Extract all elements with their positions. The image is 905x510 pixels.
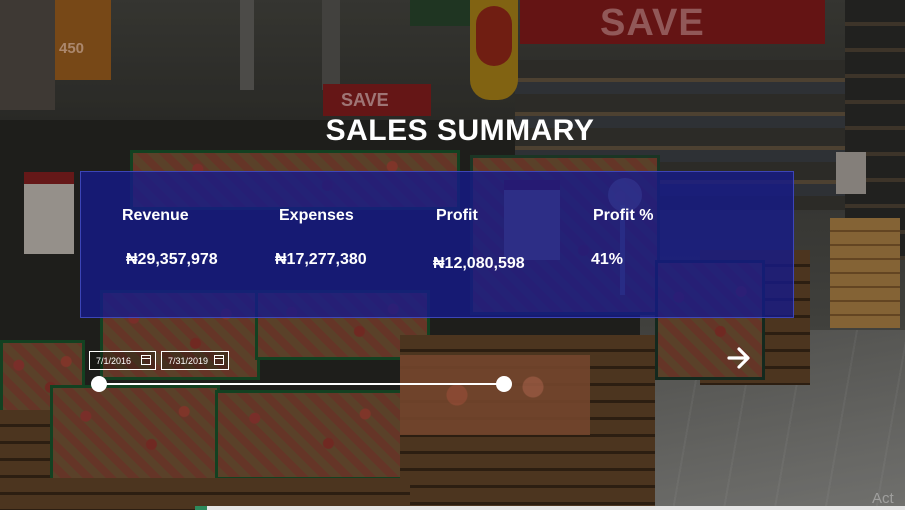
arrow-right-icon[interactable] — [726, 345, 752, 371]
page-indicator-track — [207, 506, 905, 510]
calendar-icon[interactable] — [141, 355, 151, 365]
start-date-input[interactable]: 7/1/2016 — [89, 351, 156, 370]
profit-label: Profit — [436, 207, 478, 224]
profit-value: ₦12,080,598 — [433, 255, 525, 272]
page-title: SALES SUMMARY — [325, 114, 595, 147]
date-range-slider-track[interactable] — [99, 383, 505, 385]
revenue-label: Revenue — [122, 207, 189, 224]
calendar-icon[interactable] — [214, 355, 224, 365]
kpi-panel — [80, 171, 794, 318]
page-indicator-active — [195, 506, 207, 510]
activation-watermark: Act — [872, 490, 894, 507]
end-date-input[interactable]: 7/31/2019 — [161, 351, 229, 370]
profit-percent-label: Profit % — [593, 207, 654, 224]
expenses-label: Expenses — [279, 207, 354, 224]
start-date-text: 7/1/2016 — [96, 355, 132, 366]
date-range-start-handle[interactable] — [91, 376, 107, 392]
revenue-value: ₦29,357,978 — [126, 251, 218, 268]
profit-percent-value: 41% — [591, 251, 624, 268]
end-date-text: 7/31/2019 — [168, 355, 209, 366]
date-range-end-handle[interactable] — [496, 376, 512, 392]
expenses-value: ₦17,277,380 — [275, 251, 367, 268]
